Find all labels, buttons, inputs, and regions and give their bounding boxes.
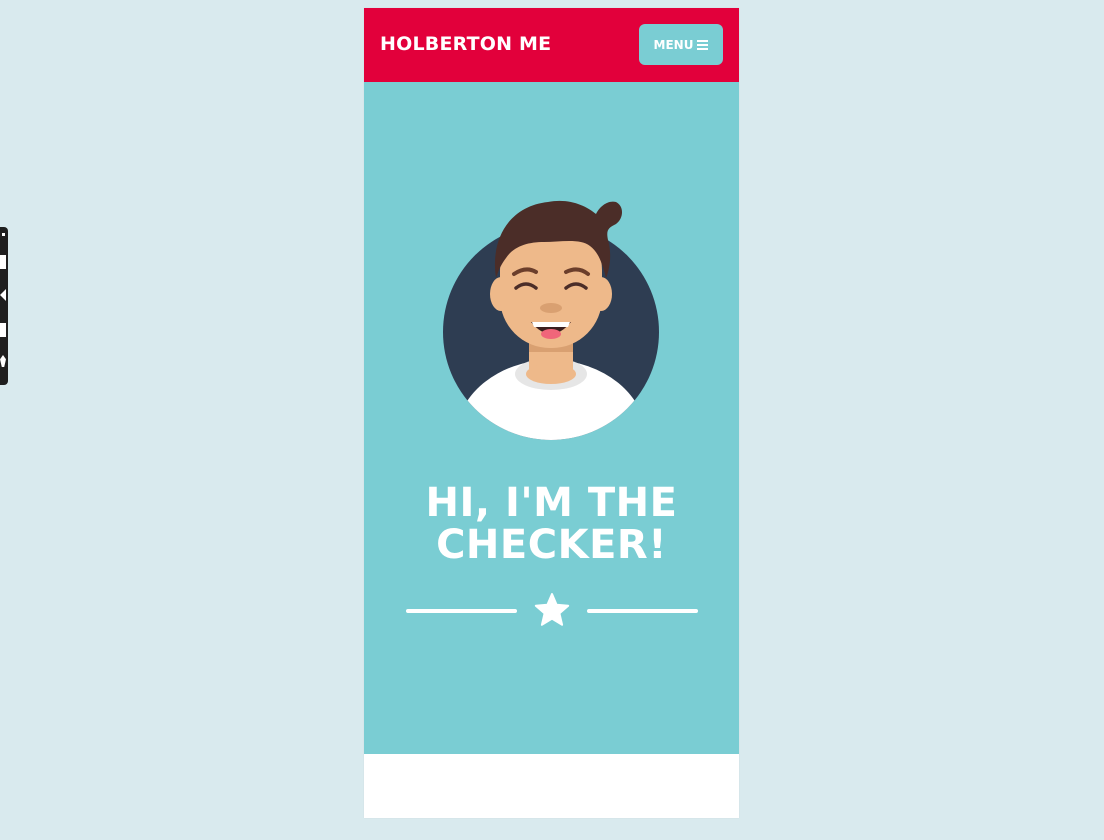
hero-section: HI, I'M THE CHECKER!	[364, 82, 739, 754]
star-divider	[406, 590, 698, 630]
hero-title: HI, I'M THE CHECKER!	[364, 482, 739, 566]
hero-title-line2: CHECKER!	[436, 522, 667, 568]
toolbar-tool-icon[interactable]	[0, 323, 6, 337]
toolbar-tool-icon[interactable]	[0, 289, 6, 301]
toolbar-tool-icon[interactable]	[0, 355, 6, 367]
navbar: HOLBERTON ME MENU	[364, 8, 739, 82]
hamburger-icon	[697, 39, 709, 50]
hero-title-line1: HI, I'M THE	[425, 480, 678, 526]
mobile-viewport: HOLBERTON ME MENU HI, I'M THE CHECKER!	[364, 8, 739, 818]
toolbar-tool-icon[interactable]	[0, 255, 6, 269]
menu-label: MENU	[653, 37, 694, 52]
toolbar-tool-icon[interactable]	[2, 233, 5, 236]
brand-logo[interactable]: HOLBERTON ME	[380, 31, 551, 57]
side-toolbar	[0, 227, 8, 385]
menu-button[interactable]: MENU	[639, 24, 723, 65]
divider-line-left	[406, 609, 517, 613]
avatar	[443, 200, 659, 440]
star-icon	[534, 593, 570, 626]
divider-line-right	[587, 609, 698, 613]
